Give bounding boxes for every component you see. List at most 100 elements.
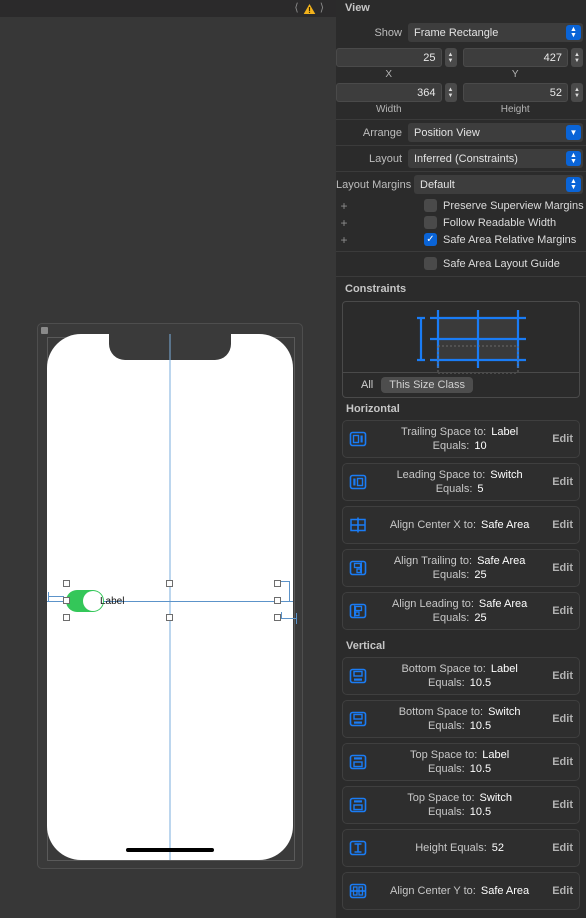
width-stepper[interactable]: ▲ ▼ <box>444 83 457 102</box>
edit-button[interactable]: Edit <box>548 799 573 811</box>
selection-handle[interactable] <box>63 580 70 587</box>
layout-margins-popup-value: Default <box>420 178 455 191</box>
arrange-popup-button[interactable]: Position View ▼ <box>408 123 583 142</box>
constraint-key: Top Space to: <box>410 749 478 761</box>
constraint-indicator[interactable] <box>48 592 49 601</box>
inspector-section-title: View <box>345 2 370 14</box>
selection-handle[interactable] <box>166 580 173 587</box>
constraint-text: Align Center Y to: Safe Area <box>371 884 548 898</box>
constraint-text: Leading Space to: Switch Equals: 5 <box>371 468 548 496</box>
constraint-row[interactable]: Align Leading to: Safe Area Equals: 25 Edi… <box>342 592 580 630</box>
tab-this-size-class[interactable]: This Size Class <box>381 377 474 393</box>
edit-button[interactable]: Edit <box>548 713 573 725</box>
layout-popup-button[interactable]: Inferred (Constraints) ▲ ▼ <box>408 149 583 168</box>
constraint-top-space-icon <box>349 753 367 771</box>
constraint-indicator[interactable] <box>296 613 297 624</box>
x-stepper[interactable]: ▲ ▼ <box>444 48 457 67</box>
constraint-value2: 25 <box>474 612 487 624</box>
constraint-row[interactable]: Trailing Space to: Label Equals: 10 Edit <box>342 420 580 458</box>
constraint-indicator[interactable] <box>48 596 64 597</box>
constraint-row[interactable]: Leading Space to: Switch Equals: 5 Edit <box>342 463 580 501</box>
height-input[interactable]: 52 <box>462 83 568 102</box>
y-stepper[interactable]: ▲ ▼ <box>571 48 583 67</box>
warning-triangle-icon[interactable] <box>303 3 316 15</box>
constraint-value2: 10.5 <box>469 720 492 732</box>
y-input[interactable]: 427 <box>462 48 568 67</box>
show-popup-value: Frame Rectangle <box>414 26 499 39</box>
selection-handle[interactable] <box>63 614 70 621</box>
height-field-cell: 52 ▲ ▼ Height <box>462 83 583 115</box>
constraint-text: Height Equals: 52 <box>371 841 548 855</box>
checkbox-row-follow-readable-width[interactable]: + Follow Readable Width <box>336 214 586 231</box>
switch-control[interactable] <box>66 590 104 612</box>
width-input[interactable]: 364 <box>336 83 442 102</box>
show-label: Show <box>374 26 402 39</box>
group-title-vertical: Vertical <box>346 640 386 652</box>
constraint-value2: 25 <box>474 569 487 581</box>
label-control[interactable]: Label <box>100 597 124 607</box>
constraint-row[interactable]: Bottom Space to: Label Equals: 10.5 Edit <box>342 657 580 695</box>
size-inspector-panel[interactable]: View Show Frame Rectangle ▲ ▼ 25 ▲ ▼ X 4… <box>336 0 586 918</box>
edit-button[interactable]: Edit <box>548 476 573 488</box>
follow-readable-width-checkbox[interactable] <box>424 216 437 229</box>
constraint-indicator[interactable] <box>289 581 290 601</box>
constraint-row[interactable]: Align Trailing to: Safe Area Equals: 25 Ed… <box>342 549 580 587</box>
y-field-cell: 427 ▲ ▼ Y <box>462 48 583 80</box>
layout-margins-popup-button[interactable]: Default ▲ ▼ <box>414 175 583 194</box>
constraint-key: Trailing Space to: <box>401 426 487 438</box>
selection-handle[interactable] <box>63 597 70 604</box>
edit-button[interactable]: Edit <box>548 605 573 617</box>
edit-button[interactable]: Edit <box>548 562 573 574</box>
constraint-align-center-y-icon <box>349 882 367 900</box>
add-constraint-plus-icon[interactable]: + <box>336 234 352 246</box>
chevron-left-icon[interactable]: ⟨ <box>291 3 301 14</box>
constraint-leading-space-icon <box>349 473 367 491</box>
safe-area-relative-margins-checkbox[interactable]: ✓ <box>424 233 437 246</box>
preserve-superview-margins-checkbox[interactable] <box>424 199 437 212</box>
selection-handle[interactable] <box>166 614 173 621</box>
constraint-row[interactable]: Top Space to: Switch Equals: 10.5 Edit <box>342 786 580 824</box>
show-popup-button[interactable]: Frame Rectangle ▲ ▼ <box>408 23 583 42</box>
add-constraint-plus-icon[interactable]: + <box>336 217 352 229</box>
tab-all[interactable]: All <box>353 377 381 393</box>
safe-area-layout-guide-checkbox[interactable] <box>424 257 437 270</box>
selection-handle[interactable] <box>274 597 281 604</box>
add-constraint-plus-icon[interactable]: + <box>336 200 352 212</box>
constraint-key: Bottom Space to: <box>398 706 484 718</box>
size-fields-row: 364 ▲ ▼ Width 52 ▲ ▼ Height <box>336 80 586 115</box>
constraints-diagram-box[interactable]: All This Size Class <box>342 301 580 398</box>
edit-button[interactable]: Edit <box>548 842 573 854</box>
checkbox-row-safe-area-layout-guide[interactable]: Safe Area Layout Guide <box>336 255 586 272</box>
selection-handle[interactable] <box>274 614 281 621</box>
selection-handle[interactable] <box>274 580 281 587</box>
height-stepper[interactable]: ▲ ▼ <box>571 83 583 102</box>
constraint-indicator[interactable] <box>281 612 282 619</box>
constraint-row[interactable]: Top Space to: Label Equals: 10.5 Edit <box>342 743 580 781</box>
constraint-trailing-space-icon <box>349 430 367 448</box>
constraint-row[interactable]: Align Center X to: Safe Area Edit <box>342 506 580 544</box>
edit-button[interactable]: Edit <box>548 756 573 768</box>
constraint-row[interactable]: Height Equals: 52 Edit <box>342 829 580 867</box>
constraint-indicator[interactable] <box>281 618 297 619</box>
constraint-key2: Equals: <box>428 720 465 732</box>
constraint-key: Height Equals: <box>415 842 487 854</box>
constraint-value: Switch <box>490 469 523 481</box>
x-caption: X <box>385 69 393 80</box>
constraint-text: Bottom Space to: Switch Equals: 10.5 <box>371 705 548 733</box>
checkbox-row-preserve-superview-margins[interactable]: + Preserve Superview Margins <box>336 197 586 214</box>
edit-button[interactable]: Edit <box>548 433 573 445</box>
edit-button[interactable]: Edit <box>548 670 573 682</box>
device-resize-handle[interactable] <box>41 327 48 334</box>
checkbox-row-safe-area-relative-margins[interactable]: + ✓ Safe Area Relative Margins <box>336 231 586 248</box>
chevron-right-icon[interactable]: ⟩ <box>317 3 327 14</box>
edit-button[interactable]: Edit <box>548 519 573 531</box>
constraint-row[interactable]: Align Center Y to: Safe Area Edit <box>342 872 580 910</box>
height-caption: Height <box>500 104 530 115</box>
edit-button[interactable]: Edit <box>548 885 573 897</box>
constraint-value: Label <box>482 749 510 761</box>
canvas-pane: ⟨ ⟩ Label <box>0 0 336 918</box>
x-input[interactable]: 25 <box>336 48 442 67</box>
constraint-bottom-space-icon <box>349 667 367 685</box>
constraint-value: 52 <box>491 842 504 854</box>
constraint-row[interactable]: Bottom Space to: Switch Equals: 10.5 Edit <box>342 700 580 738</box>
